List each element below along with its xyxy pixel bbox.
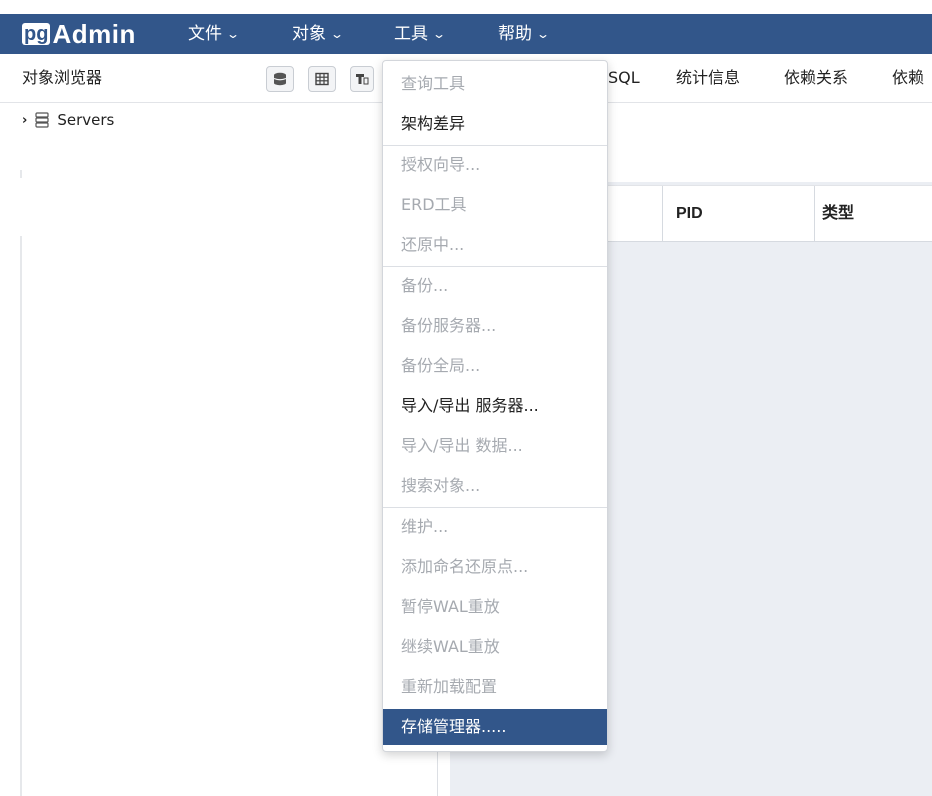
menu-item-restore[interactable]: 还原中... [383,227,607,263]
menu-item-storage-manager[interactable]: 存储管理器..... [383,709,607,745]
menu-item-resume-wal-replay[interactable]: 继续WAL重放 [383,629,607,665]
menu-file-label: 文件 [188,24,222,44]
panel-left-edge [20,236,22,796]
grid-column-separator [662,186,663,241]
tree-item-servers[interactable]: › Servers [22,108,114,132]
tab-dependents[interactable]: 依赖 [892,54,924,102]
menu-item-reload-configuration[interactable]: 重新加载配置 [383,669,607,705]
menu-help[interactable]: 帮助 ⌄ [498,14,551,54]
menu-tools-label: 工具 [394,24,428,44]
panel-edge-mark [20,170,22,178]
object-browser-header: 对象浏览器 [0,54,437,103]
view-data-button[interactable] [308,66,336,92]
query-tool-button[interactable] [266,66,294,92]
menu-item-add-restore-point[interactable]: 添加命名还原点... [383,549,607,585]
chevron-down-icon: ⌄ [329,27,345,41]
chevron-down-icon: ⌄ [431,27,447,41]
tab-statistics[interactable]: 统计信息 [676,54,740,102]
filter-table-icon [356,74,369,85]
chevron-down-icon: ⌄ [225,27,241,41]
app-logo[interactable]: pg Admin [22,18,136,50]
menu-object-label: 对象 [292,24,326,44]
menu-item-search-objects[interactable]: 搜索对象... [383,468,607,504]
menu-item-backup-globals[interactable]: 备份全局... [383,348,607,384]
menu-item-grant-wizard[interactable]: 授权向导... [383,147,607,183]
servers-icon [35,112,49,128]
menu-separator [383,266,607,267]
menu-help-label: 帮助 [498,24,532,44]
filtered-rows-button[interactable] [350,66,374,92]
menu-item-backup-server[interactable]: 备份服务器... [383,308,607,344]
tools-dropdown-menu: 查询工具 架构差异 授权向导... ERD工具 还原中... 备份... 备份服… [382,60,608,752]
menu-object[interactable]: 对象 ⌄ [292,14,345,54]
menu-separator [383,145,607,146]
grid-header-pid[interactable]: PID [676,186,703,241]
top-navbar: pg Admin 文件 ⌄ 对象 ⌄ 工具 ⌄ 帮助 ⌄ [0,14,932,54]
menu-item-query-tool[interactable]: 查询工具 [383,66,607,102]
menu-tools[interactable]: 工具 ⌄ [394,14,447,54]
menu-file[interactable]: 文件 ⌄ [188,14,241,54]
menu-item-backup[interactable]: 备份... [383,268,607,304]
menu-item-pause-wal-replay[interactable]: 暂停WAL重放 [383,589,607,625]
grid-header-type[interactable]: 类型 [822,186,854,241]
menu-item-erd-tool[interactable]: ERD工具 [383,187,607,223]
logo-pg: pg [22,23,51,45]
tab-dependencies[interactable]: 依赖关系 [784,54,848,102]
menu-item-import-export-data[interactable]: 导入/导出 数据... [383,428,607,464]
database-icon [273,72,287,86]
menu-item-schema-diff[interactable]: 架构差异 [383,106,607,142]
menu-item-import-export-servers[interactable]: 导入/导出 服务器... [383,388,607,424]
grid-column-separator [814,186,815,241]
tree-item-servers-label: Servers [57,111,115,129]
menu-item-maintenance[interactable]: 维护... [383,509,607,545]
table-icon [315,72,329,86]
chevron-right-icon[interactable]: › [22,113,27,128]
chevron-down-icon: ⌄ [535,27,551,41]
menu-separator [383,507,607,508]
logo-admin: Admin [52,18,136,49]
tab-sql[interactable]: SQL [608,54,640,102]
object-browser-title: 对象浏览器 [22,68,103,87]
